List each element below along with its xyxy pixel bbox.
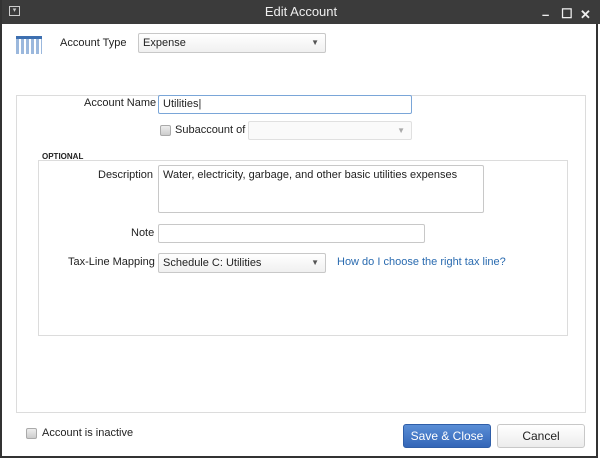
close-icon[interactable]: ✕ bbox=[580, 3, 591, 27]
tax-line-dropdown[interactable]: Schedule C: Utilities ▼ bbox=[158, 253, 326, 273]
save-close-button[interactable]: Save & Close bbox=[403, 424, 491, 448]
description-label: Description bbox=[98, 169, 154, 181]
inactive-label: Account is inactive bbox=[42, 427, 134, 439]
account-type-label: Account Type bbox=[60, 37, 127, 49]
minimize-icon[interactable]: – bbox=[542, 3, 549, 27]
system-menu-icon[interactable]: ▾ bbox=[9, 6, 20, 16]
tax-line-label: Tax-Line Mapping bbox=[68, 256, 155, 268]
account-register-icon bbox=[16, 36, 42, 54]
subaccount-checkbox[interactable] bbox=[160, 125, 171, 136]
account-type-value: Expense bbox=[143, 37, 186, 49]
description-textarea[interactable]: Water, electricity, garbage, and other b… bbox=[158, 165, 484, 213]
account-name-input[interactable]: Utilities| bbox=[158, 95, 412, 114]
subaccount-dropdown[interactable]: ▼ bbox=[248, 121, 412, 140]
title-bar: ▾ Edit Account – ☐ ✕ bbox=[2, 0, 600, 24]
tax-line-help-link[interactable]: How do I choose the right tax line? bbox=[337, 256, 506, 268]
edit-account-window: ▾ Edit Account – ☐ ✕ Account Type Expens… bbox=[0, 0, 600, 458]
chevron-down-icon: ▼ bbox=[311, 38, 319, 47]
maximize-icon[interactable]: ☐ bbox=[561, 2, 573, 26]
note-label: Note bbox=[131, 227, 155, 239]
note-input[interactable] bbox=[158, 224, 425, 243]
cancel-button[interactable]: Cancel bbox=[497, 424, 585, 448]
subaccount-label: Subaccount of bbox=[175, 124, 246, 136]
account-type-dropdown[interactable]: Expense ▼ bbox=[138, 33, 326, 53]
window-title: Edit Account bbox=[264, 4, 338, 19]
account-name-label: Account Name bbox=[84, 97, 157, 109]
account-name-value: Utilities bbox=[163, 98, 199, 110]
chevron-down-icon: ▼ bbox=[397, 126, 405, 135]
tax-line-value: Schedule C: Utilities bbox=[163, 257, 262, 269]
inactive-checkbox[interactable] bbox=[26, 428, 37, 439]
chevron-down-icon: ▼ bbox=[311, 258, 319, 267]
